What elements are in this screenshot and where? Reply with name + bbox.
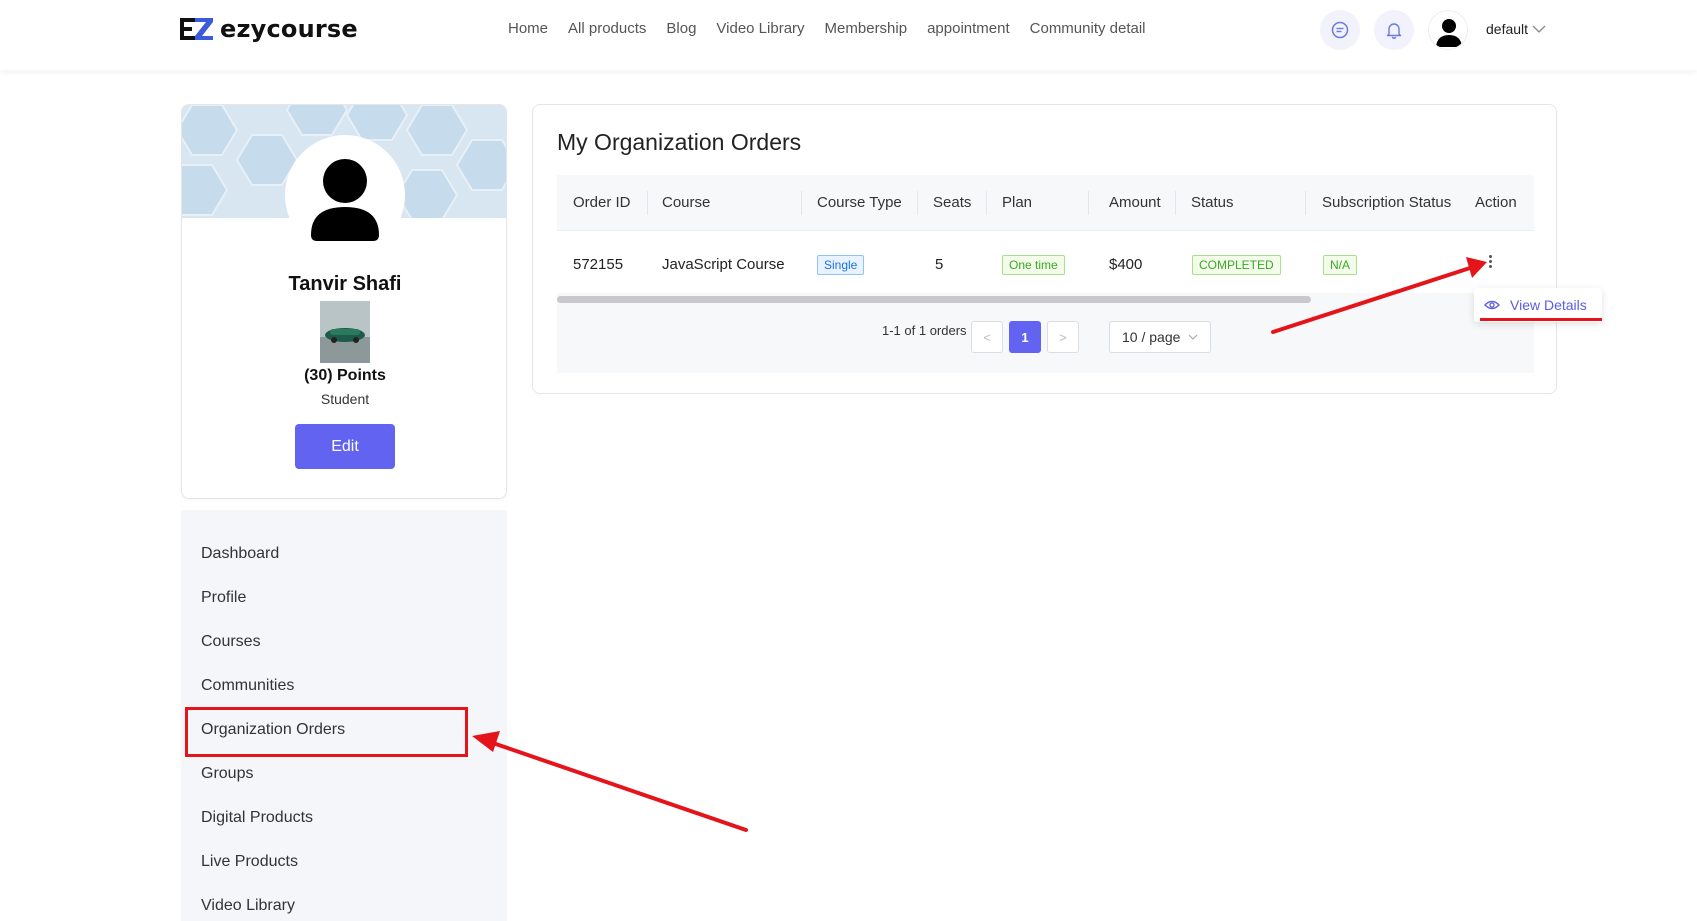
car-badge-icon: [320, 301, 370, 363]
main-nav: Home All products Blog Video Library Mem…: [508, 20, 1146, 37]
sidebar-item-digital-products[interactable]: Digital Products: [201, 809, 313, 827]
table-row: 572155 JavaScript Course Single 5 One ti…: [557, 231, 1534, 293]
nav-community-detail[interactable]: Community detail: [1030, 20, 1146, 37]
page-1-button[interactable]: 1: [1009, 321, 1041, 353]
user-menu-label: default: [1486, 21, 1529, 37]
subscription-status-badge: N/A: [1323, 255, 1358, 275]
chat-button[interactable]: [1320, 10, 1360, 50]
bell-icon: [1386, 23, 1402, 39]
col-subscription-status: Subscription Status: [1322, 194, 1452, 211]
sidebar-item-live-products[interactable]: Live Products: [201, 853, 298, 871]
plan-badge: One time: [1002, 255, 1065, 275]
brand-name: ezycourse: [220, 15, 358, 43]
nav-blog[interactable]: Blog: [666, 20, 696, 37]
next-page-button[interactable]: >: [1047, 321, 1079, 353]
chat-icon: [1331, 21, 1349, 39]
user-avatar[interactable]: [1428, 10, 1468, 50]
cell-course: JavaScript Course: [662, 256, 785, 273]
eye-icon: [1484, 300, 1500, 310]
col-course-type: Course Type: [817, 194, 902, 211]
chevron-down-icon: [1532, 25, 1546, 33]
nav-appointment[interactable]: appointment: [927, 20, 1010, 37]
horizontal-scrollbar[interactable]: [557, 296, 1311, 303]
page-title: My Organization Orders: [557, 129, 802, 155]
annotation-underline: [1480, 318, 1602, 321]
sidebar-item-profile[interactable]: Profile: [201, 589, 246, 607]
col-action: Action: [1475, 194, 1517, 211]
profile-points: (30) Points: [304, 367, 386, 384]
prev-page-button[interactable]: <: [971, 321, 1003, 353]
user-silhouette-icon: [311, 159, 379, 241]
cell-amount: $400: [1109, 256, 1143, 273]
col-seats: Seats: [933, 194, 972, 211]
col-course: Course: [662, 194, 711, 211]
course-type-badge: Single: [817, 255, 865, 275]
col-plan: Plan: [1002, 194, 1033, 211]
top-header: ezycourse Home All products Blog Video L…: [0, 0, 1697, 70]
chevron-down-icon: [1188, 334, 1198, 340]
profile-card: Tanvir Shafi (30) Points Student Edit: [181, 104, 507, 499]
page-size-value: 10 / page: [1122, 329, 1181, 345]
table-header: Order ID Course Course Type Seats Plan A…: [557, 175, 1534, 231]
nav-all-products[interactable]: All products: [568, 20, 646, 37]
col-divider: [1305, 191, 1306, 215]
brand-logo[interactable]: ezycourse: [180, 15, 358, 43]
status-badge: COMPLETED: [1192, 255, 1281, 275]
user-avatar-icon: [1436, 19, 1462, 47]
annotation-highlight-box: [185, 707, 468, 757]
chevron-right-icon: >: [1059, 329, 1067, 345]
col-divider: [801, 191, 802, 215]
col-divider: [1175, 191, 1176, 215]
nav-video-library[interactable]: Video Library: [716, 20, 804, 37]
nav-membership[interactable]: Membership: [825, 20, 908, 37]
profile-role: Student: [320, 391, 370, 407]
notifications-button[interactable]: [1374, 10, 1414, 50]
more-actions-icon[interactable]: [1489, 255, 1493, 271]
nav-home[interactable]: Home: [508, 20, 548, 37]
col-status: Status: [1191, 194, 1234, 211]
profile-name: Tanvir Shafi: [288, 273, 402, 295]
orders-table: Order ID Course Course Type Seats Plan A…: [557, 175, 1534, 373]
sidebar-item-groups[interactable]: Groups: [201, 765, 253, 783]
page-size-select[interactable]: 10 / page: [1109, 321, 1211, 353]
col-divider: [647, 191, 648, 215]
user-menu[interactable]: default: [1486, 21, 1546, 37]
col-amount: Amount: [1109, 194, 1161, 211]
sidebar-item-dashboard[interactable]: Dashboard: [201, 545, 279, 563]
cell-order-id: 572155: [573, 256, 624, 273]
pagination-summary: 1-1 of 1 orders: [882, 323, 967, 338]
profile-avatar[interactable]: [285, 135, 405, 255]
badge-image: [320, 301, 370, 363]
sidebar-item-communities[interactable]: Communities: [201, 677, 294, 695]
chevron-left-icon: <: [983, 329, 991, 345]
col-divider: [917, 191, 918, 215]
col-divider: [1088, 191, 1089, 215]
action-dropdown: View Details: [1474, 288, 1602, 322]
sidebar-item-video-library[interactable]: Video Library: [201, 897, 295, 915]
arrow-to-sidebar: [472, 731, 748, 832]
ez-logo-icon: [180, 18, 213, 40]
sidebar-item-courses[interactable]: Courses: [201, 633, 261, 651]
col-order-id: Order ID: [573, 194, 631, 211]
view-details-item[interactable]: View Details: [1510, 297, 1587, 313]
cell-seats: 5: [935, 256, 944, 273]
organization-orders-card: My Organization Orders Order ID Course C…: [532, 104, 1557, 394]
edit-profile-button[interactable]: Edit: [295, 424, 395, 469]
col-divider: [986, 191, 987, 215]
